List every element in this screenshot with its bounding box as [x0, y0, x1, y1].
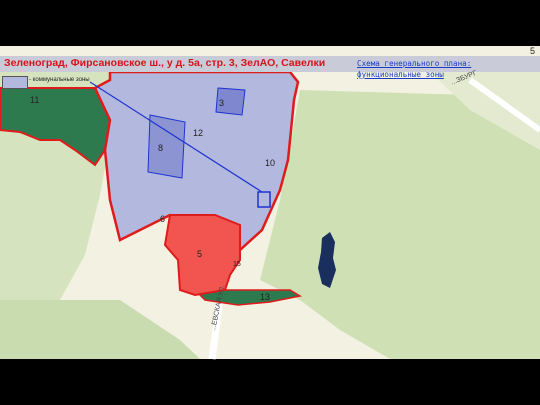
zone-label-15: 15 [233, 261, 241, 268]
zone-label-13: 13 [260, 292, 271, 302]
communal-zone-block-8 [147, 114, 186, 179]
functional-zones-link[interactable]: Схема генерального плана: функциональные… [357, 58, 533, 80]
zone-label-6: 6 [160, 214, 166, 224]
zone-label-5: 5 [197, 249, 203, 259]
zone-label-10: 10 [265, 158, 276, 168]
map-title: Зеленоград, Фирсановское ш., у д. 5а, ст… [4, 57, 326, 69]
legend-swatch-communal [2, 76, 28, 89]
zone-label-8: 8 [158, 143, 164, 153]
legend-label-communal: - коммунальные зоны [29, 77, 90, 83]
page-number: 5 [529, 46, 535, 56]
zone-label-11: 11 [30, 95, 40, 105]
zone-label-12: 12 [193, 128, 204, 138]
zone-label-3: 3 [219, 98, 225, 108]
map-canvas: Зеленоград, Фирсановское ш., у д. 5а, ст… [0, 0, 540, 405]
